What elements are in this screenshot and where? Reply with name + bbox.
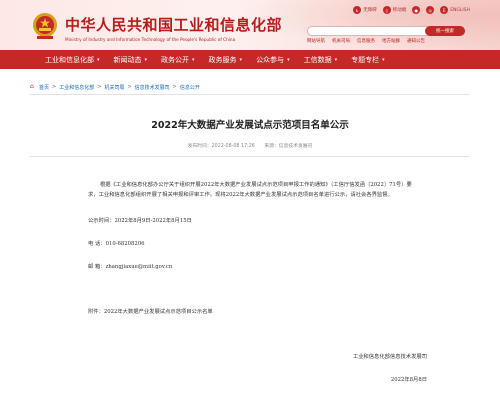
quick-link-departments[interactable]: 机关司局 [332, 38, 350, 44]
national-emblem-icon [33, 13, 57, 39]
nav-item-news[interactable]: 新闻动态 ▾ [114, 55, 148, 65]
nav-item-miit[interactable]: 工业和信息化部 ▾ [45, 55, 100, 65]
site-header: 中华人民共和国工业和信息化部 Ministry of Industry and … [0, 0, 500, 50]
chevron-down-icon: ▾ [144, 56, 148, 63]
chevron-down-icon: ▾ [382, 56, 385, 63]
search-box: 统一搜索 [307, 26, 465, 46]
issuing-department: 工业和信息化部信息技术发展司 [352, 354, 427, 360]
quick-links: 网站导航 机关司局 信息服务 地方站群 通知公告 [307, 38, 425, 44]
top-link-accessibility[interactable]: ♿ 无障碍 [353, 6, 377, 14]
site-subtitle: Ministry of Industry and Information Tec… [65, 37, 236, 42]
wechat-icon: ◎ [426, 6, 435, 14]
site-title[interactable]: 中华人民共和国工业和信息化部 [65, 14, 282, 35]
chevron-down-icon: ▾ [97, 56, 100, 63]
article-paragraph: 根据《工业和信息化部办公厅关于组织开展2022年大数据产业发展试点示范项目申报工… [88, 182, 412, 198]
top-link-weibo[interactable]: ● [412, 6, 421, 14]
breadcrumb-info-public[interactable]: 信息公开 [180, 84, 200, 91]
search-button[interactable]: 统一搜索 [425, 26, 465, 36]
quick-link-notices[interactable]: 通知公告 [407, 38, 425, 44]
home-icon: ⌂ [30, 83, 34, 90]
nav-item-data[interactable]: 工信数据 ▾ [304, 55, 338, 65]
publicity-period: 公示时间：2022年8月9日-2022年8月15日 [88, 218, 192, 224]
nav-item-gov-services[interactable]: 政务服务 ▾ [209, 55, 243, 65]
top-link-mobile[interactable]: ▯ 移动端 [382, 6, 406, 14]
quick-link-info-service[interactable]: 信息服务 [357, 38, 375, 44]
weibo-icon: ● [412, 6, 421, 14]
quick-link-local-sites[interactable]: 地方站群 [382, 38, 400, 44]
article-meta: 发布时间：2022-08-08 17:26 来源：信息技术发展司 [0, 142, 500, 149]
sign-date: 2022年8月8日 [390, 377, 427, 383]
article-title: 2022年大数据产业发展试点示范项目名单公示 [151, 120, 349, 131]
nav-item-topics[interactable]: 专题专栏 ▾ [351, 55, 385, 65]
nav-item-public[interactable]: 公众参与 ▾ [256, 55, 290, 65]
attachment-link[interactable]: 附件：2022年大数据产业发展试点示范项目公示名单 [88, 307, 213, 315]
mobile-icon: ▯ [382, 6, 391, 14]
top-link-english[interactable]: E ENGLISH [440, 6, 470, 14]
language-icon: E [440, 6, 449, 14]
quick-link-site-nav[interactable]: 网站导航 [307, 38, 325, 44]
meta-divider [30, 156, 470, 157]
article-source: 来源：信息技术发展司 [264, 144, 313, 149]
breadcrumb: ⌂ 首页 > 工业和信息化部 > 机关司局 > 信息技术发展司 > 信息公开 [30, 83, 470, 95]
chevron-down-icon: ▾ [192, 56, 195, 63]
breadcrumb-miit[interactable]: 工业和信息化部 [59, 84, 94, 91]
breadcrumb-home[interactable]: 首页 [39, 84, 49, 91]
nav-item-gov-affairs[interactable]: 政务公开 ▾ [161, 55, 195, 65]
main-nav: 工业和信息化部 ▾ 新闻动态 ▾ 政务公开 ▾ 政务服务 ▾ 公众参与 ▾ 工信数据 ▾ 专… [0, 50, 500, 69]
contact-email: 邮 箱：zhangjiaxue@miit.gov.cn [88, 264, 173, 270]
chevron-down-icon: ▾ [287, 56, 290, 63]
publish-date: 发布时间：2022-08-08 17:26 [187, 144, 255, 149]
chevron-down-icon: ▾ [334, 56, 338, 63]
top-links: ♿ 无障碍 ▯ 移动端 ● ◎ E ENGLISH [353, 6, 470, 14]
breadcrumb-it-dev-dept[interactable]: 信息技术发展司 [135, 84, 170, 91]
accessibility-icon: ♿ [353, 6, 362, 14]
chevron-down-icon: ▾ [239, 56, 243, 63]
top-link-wechat[interactable]: ◎ [426, 6, 435, 14]
breadcrumb-departments[interactable]: 机关司局 [104, 84, 124, 91]
contact-phone: 电 话：010-68208206 [88, 241, 145, 247]
